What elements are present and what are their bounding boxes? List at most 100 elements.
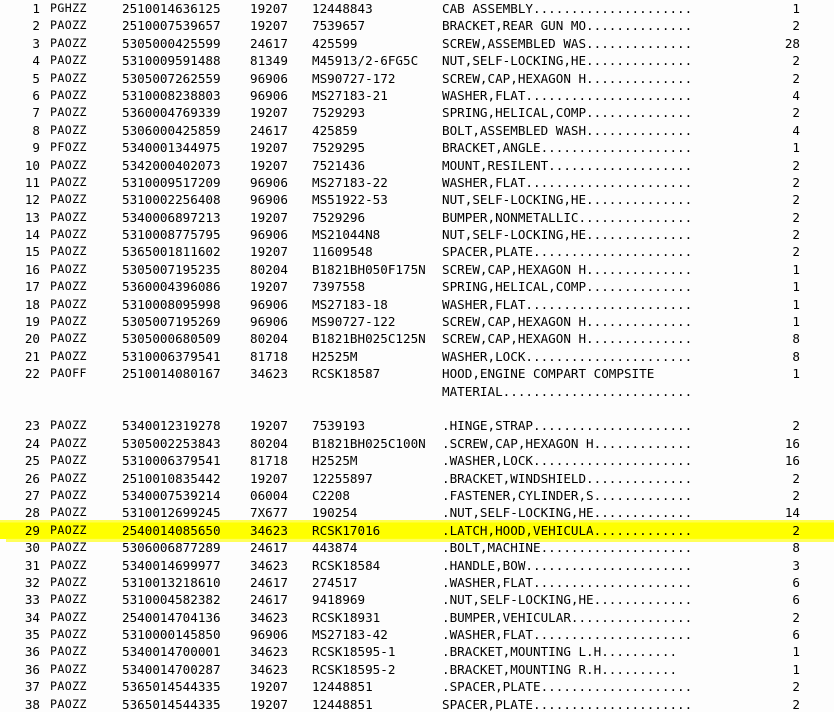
cell-cagec: 81349 [250,53,288,69]
cell-cagec: 80204 [250,261,288,277]
cell-quantity: 4 [792,87,800,103]
cell-item-number: 24 [24,435,40,451]
cell-smr-code: PGHZZ [50,1,87,15]
cell-description: .SPACER,PLATE.................... [442,679,693,695]
cell-description: .FASTENER,CYLINDER,S............. [442,487,693,503]
cell-item-number: 20 [24,331,40,347]
cell-item-number: 8 [32,122,40,138]
cell-item-number: 18 [24,296,40,312]
cell-quantity: 2 [792,470,800,486]
cell-quantity: 2 [792,696,800,712]
cell-smr-code: PAOZZ [50,453,87,468]
cell-item-number: 5 [32,70,40,86]
cell-smr-code: PAOZZ [50,696,87,711]
cell-quantity: 3 [792,557,800,573]
cell-nsn: 2540014704136 [122,609,221,625]
cell-item-number: 10 [24,157,40,173]
cell-cagec: 96906 [250,627,288,643]
cell-item-number: 33 [24,592,40,608]
cell-nsn: 2540014085650 [122,522,221,538]
table-row: 6 PAOZZ 5310008238803 96906 MS27183-21 WASHER… [0,87,834,104]
cell-cagec: 24617 [250,592,288,608]
table-row: 19 PAOZZ 5305007195269 96906 MS90727-122 SCRE… [0,313,834,330]
table-row: 10 PAOZZ 5342000402073 19207 7521436 MOUNT,RE… [0,157,834,174]
cell-smr-code: PAOZZ [50,592,87,607]
cell-nsn: 5305000425599 [122,35,221,51]
table-row: 16 PAOZZ 5305007195235 80204 B1821BH050F175N… [0,261,834,278]
cell-quantity: 8 [792,331,800,347]
cell-nsn: 2510010835442 [122,470,221,486]
cell-description: SCREW,CAP,HEXAGON H.............. [442,261,693,277]
cell-description: NUT,SELF-LOCKING,HE.............. [442,192,693,208]
table-row: 3 PAOZZ 5305000425599 24617 425599 SCREW,ASSE… [0,35,834,52]
cell-description: WASHER,FLAT...................... [442,174,693,190]
cell-quantity: 8 [792,540,800,556]
cell-item-number: 22 [24,366,40,382]
table-row: 35 PAOZZ 5310000145850 96906 MS27183-42 .WASH… [0,626,834,643]
cell-quantity: 1 [792,661,800,677]
cell-quantity: 1 [792,1,800,16]
cell-smr-code: PAOZZ [50,296,87,311]
table-row: 13 PAOZZ 5340006897213 19207 7529296 BUMPER,N… [0,209,834,226]
cell-nsn: 2510007539657 [122,18,221,34]
cell-smr-code: PAOZZ [50,661,87,676]
cell-cagec: 80204 [250,435,288,451]
table-row-highlighted: 29 PAOZZ 2540014085650 34623 RCSK17016 .LATCH… [0,519,834,543]
cell-description: BRACKET,ANGLE.................... [442,140,693,156]
cell-nsn: 5340007539214 [122,487,221,503]
cell-item-number: 3 [32,35,40,51]
cell-cagec: 96906 [250,192,288,208]
cell-quantity: 1 [792,261,800,277]
table-row: 21 PAOZZ 5310006379541 81718 H2525M WASHER,LO… [0,348,834,365]
cell-cagec: 24617 [250,540,288,556]
cell-description: SCREW,CAP,HEXAGON H.............. [442,331,693,347]
cell-smr-code: PAOZZ [50,644,87,659]
cell-quantity: 2 [792,679,800,695]
cell-description: .SCREW,CAP,HEXAGON H............. [442,435,693,451]
cell-item-number: 12 [24,192,40,208]
cell-smr-code: PAOZZ [50,261,87,276]
table-row: 38 PAOZZ 5365014544335 19207 12448851 SPACER,… [0,696,834,713]
cell-quantity: 2 [792,53,800,69]
cell-description: BOLT,ASSEMBLED WASH.............. [442,122,693,138]
cell-nsn: 5305007262559 [122,70,221,86]
cell-quantity: 2 [792,18,800,34]
cell-quantity: 2 [792,487,800,503]
cell-quantity: 2 [792,522,800,538]
cell-item-number: 23 [24,418,40,434]
cell-description: .BOLT,MACHINE.................... [442,540,693,556]
cell-cagec: 19207 [250,105,288,121]
cell-cagec: 96906 [250,296,288,312]
cell-nsn: 5340014700001 [122,644,221,660]
cell-description: SCREW,ASSEMBLED WAS.............. [442,35,693,51]
table-row: 9 PFOZZ 5340001344975 19207 7529295 BRACKET,A… [0,139,834,156]
cell-nsn: 5340001344975 [122,140,221,156]
cell-nsn: 5310008238803 [122,87,221,103]
cell-description: .NUT,SELF-LOCKING,HE............. [442,592,693,608]
cell-smr-code: PAOZZ [50,314,87,329]
cell-nsn: 5310013218610 [122,574,221,590]
cell-item-number: 2 [32,18,40,34]
cell-smr-code: PAOZZ [50,87,87,102]
cell-smr-code: PAOZZ [50,522,87,537]
cell-nsn: 5305007195269 [122,314,221,330]
cell-item-number: 34 [24,609,40,625]
cell-cagec: 34623 [250,644,288,660]
cell-nsn: 2510014080167 [122,366,221,382]
cell-description: SCREW,CAP,HEXAGON H.............. [442,314,693,330]
cell-quantity: 16 [784,435,800,451]
cell-description: .WASHER,LOCK..................... [442,453,693,469]
table-row: 34 PAOZZ 2540014704136 34623 RCSK18931 .BUMPE… [0,609,834,626]
cell-cagec: 34623 [250,557,288,573]
table-row: 27 PAOZZ 5340007539214 06004 C2208 .FASTENER,… [0,487,834,504]
cell-smr-code: PAOZZ [50,348,87,363]
cell-nsn: 5310006379541 [122,453,221,469]
cell-smr-code: PAOZZ [50,540,87,555]
cell-smr-code: PAOZZ [50,679,87,694]
cell-nsn: 5310000145850 [122,627,221,643]
cell-nsn: 5305000680509 [122,331,221,347]
cell-quantity: 28 [784,35,800,51]
cell-nsn: 5310006379541 [122,348,221,364]
cell-cagec: 19207 [250,418,288,434]
cell-nsn: 5306000425859 [122,122,221,138]
